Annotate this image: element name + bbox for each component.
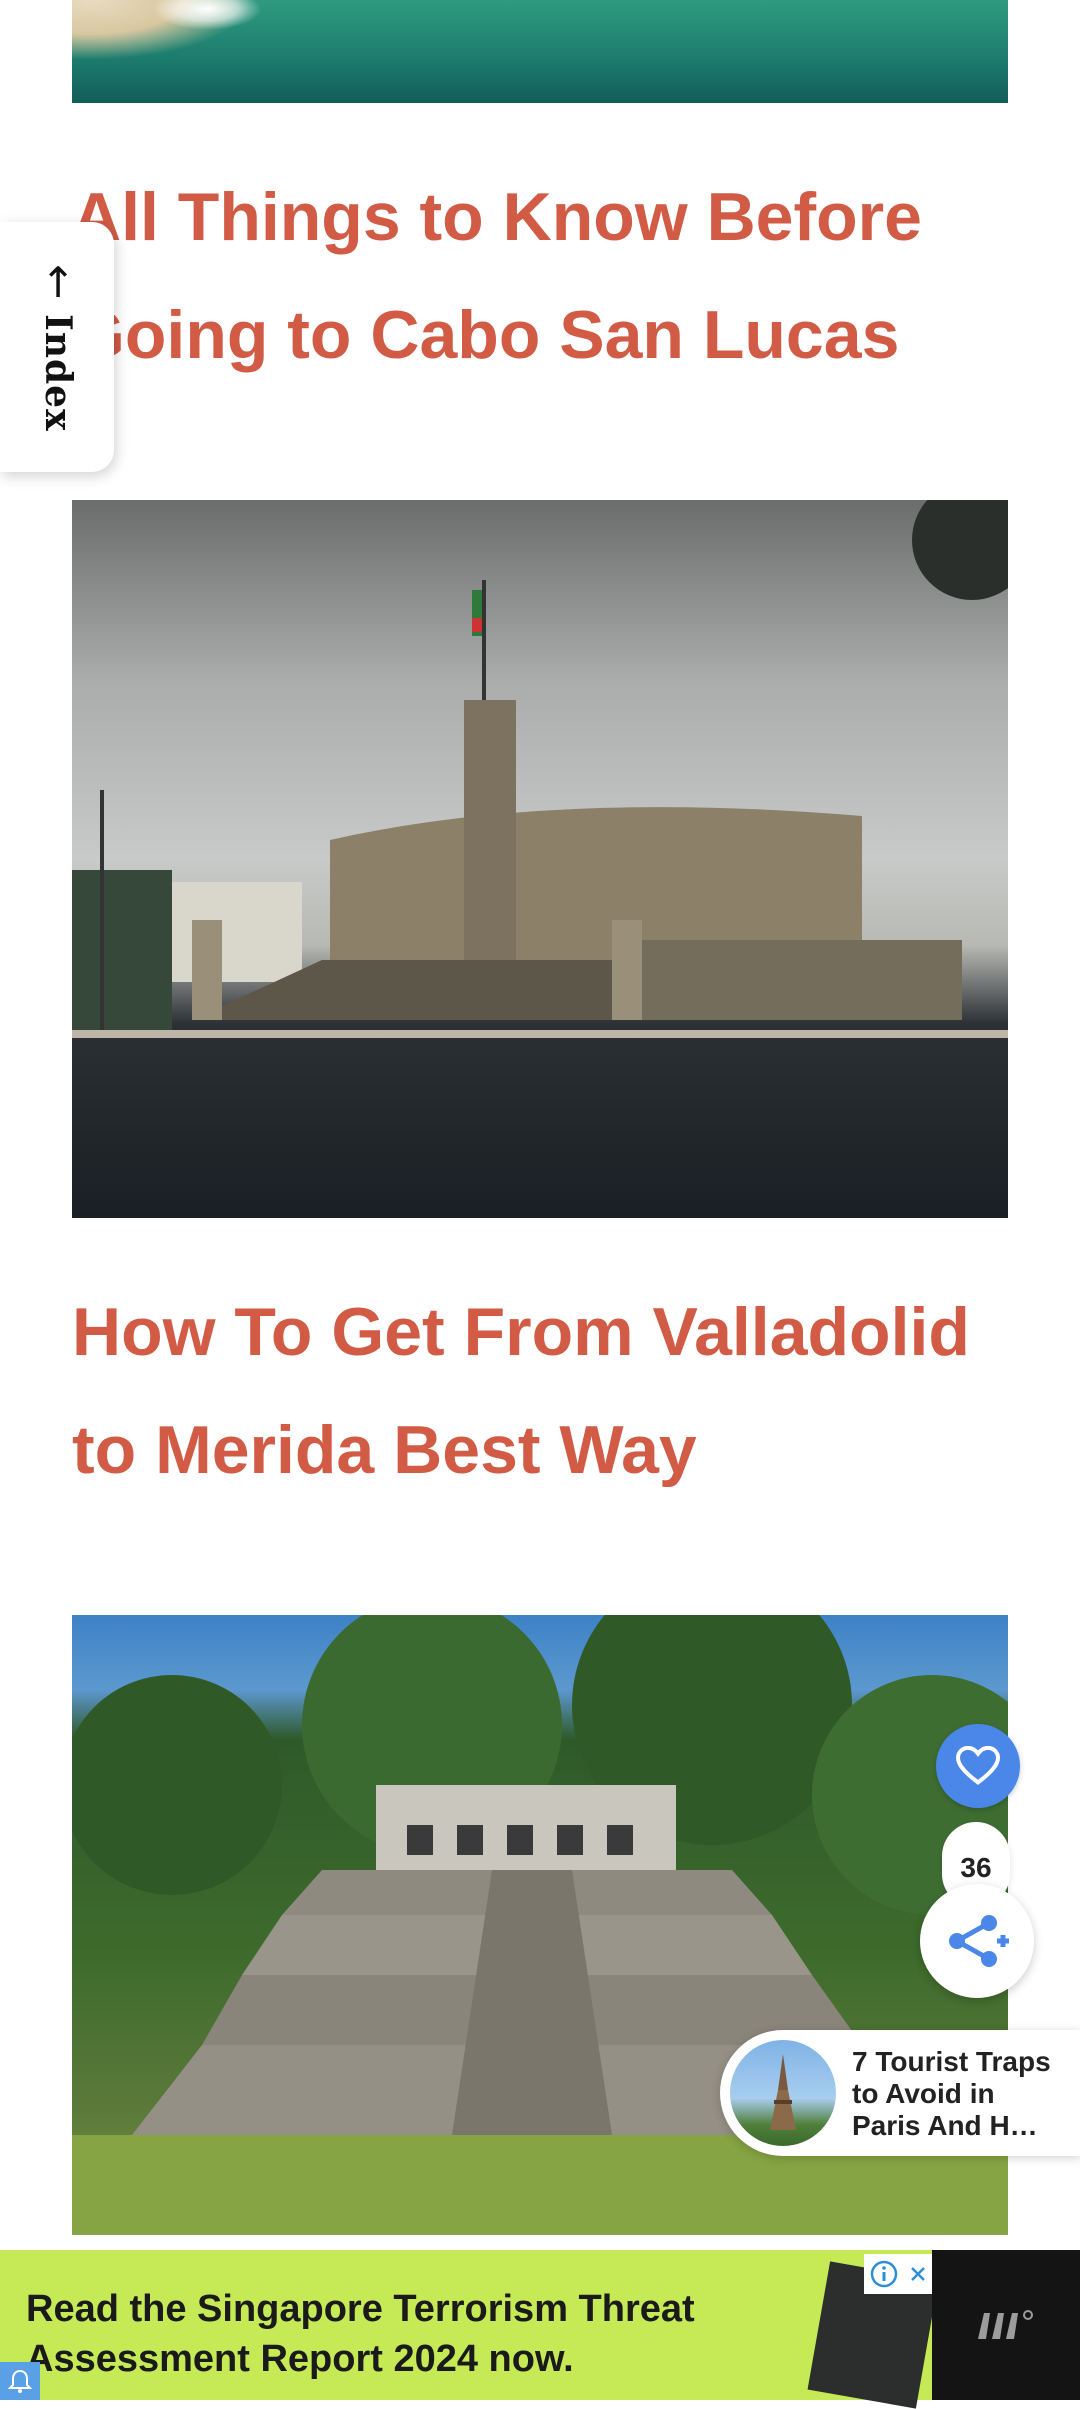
notification-bell[interactable] — [0, 2362, 40, 2400]
recommended-article-title: 7 Tourist Traps to Avoid in Paris And H… — [852, 2046, 1051, 2141]
info-icon[interactable] — [869, 2259, 899, 2289]
brand-logo-icon — [978, 2310, 1033, 2339]
ad-brand-panel[interactable] — [932, 2250, 1080, 2400]
beach-image[interactable] — [72, 0, 1008, 103]
like-button[interactable] — [936, 1724, 1020, 1808]
arrow-up-icon: ↑ — [40, 258, 76, 307]
index-label: Index — [37, 314, 79, 432]
share-icon — [949, 1915, 1009, 1967]
ad-text: Read the Singapore Terrorism Threat Asse… — [26, 2288, 695, 2380]
monument-illustration — [72, 500, 1008, 1038]
ad-banner[interactable]: Read the Singapore Terrorism Threat Asse… — [0, 2250, 939, 2409]
monument-image[interactable] — [72, 500, 1008, 1218]
ad-choices[interactable] — [864, 2254, 932, 2294]
article-title-valladolid[interactable]: How To Get From Valladolid to Merida Bes… — [72, 1273, 1032, 1509]
heart-icon — [956, 1746, 1000, 1785]
recommended-article-thumbnail — [726, 2036, 840, 2150]
close-icon[interactable] — [909, 2265, 927, 2283]
index-tab-content: ↑ Index — [28, 262, 88, 442]
bell-icon — [7, 2369, 33, 2393]
wave-foam-shape — [152, 0, 262, 30]
article-title-cabo[interactable]: All Things to Know Before Going to Cabo … — [72, 158, 1032, 394]
index-tab[interactable]: ↑ Index — [0, 222, 114, 472]
share-button[interactable] — [920, 1884, 1034, 1998]
eiffel-tower-icon — [770, 2054, 796, 2130]
recommended-article-card[interactable]: 7 Tourist Traps to Avoid in Paris And H… — [720, 2030, 1080, 2156]
